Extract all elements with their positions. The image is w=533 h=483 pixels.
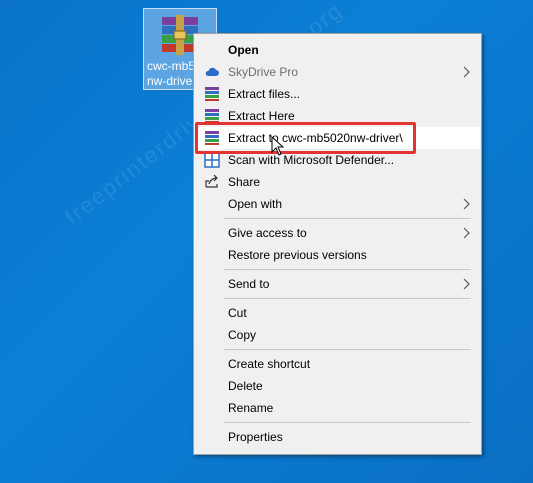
menu-item-rename[interactable]: Rename [195,397,480,419]
menu-item-skydrive-pro[interactable]: SkyDrive Pro [195,61,480,83]
share-icon [205,174,218,188]
menu-item-extract-files[interactable]: Extract files... [195,83,480,105]
menu-item-properties[interactable]: Properties [195,426,480,448]
menu-item-open-with[interactable]: Open with [195,193,480,215]
menu-item-copy[interactable]: Copy [195,324,480,346]
menu-item-cut[interactable]: Cut [195,302,480,324]
menu-item-restore-versions[interactable]: Restore previous versions [195,244,480,266]
menu-item-share[interactable]: Share [195,171,480,193]
mouse-cursor-icon [271,136,285,156]
chevron-right-icon [463,198,470,210]
menu-separator [224,422,471,423]
menu-separator [224,269,471,270]
chevron-right-icon [463,66,470,78]
chevron-right-icon [463,278,470,290]
menu-item-delete[interactable]: Delete [195,375,480,397]
menu-separator [224,218,471,219]
menu-item-give-access[interactable]: Give access to [195,222,480,244]
highlight-box [195,122,416,154]
context-menu: Open SkyDrive Pro Extract files... Extra… [193,33,482,455]
defender-icon [204,152,220,168]
winrar-icon [205,87,219,101]
skydrive-cloud-icon [205,67,219,76]
menu-item-create-shortcut[interactable]: Create shortcut [195,353,480,375]
menu-item-send-to[interactable]: Send to [195,273,480,295]
menu-item-open[interactable]: Open [195,39,480,61]
menu-separator [224,298,471,299]
chevron-right-icon [463,227,470,239]
menu-separator [224,349,471,350]
